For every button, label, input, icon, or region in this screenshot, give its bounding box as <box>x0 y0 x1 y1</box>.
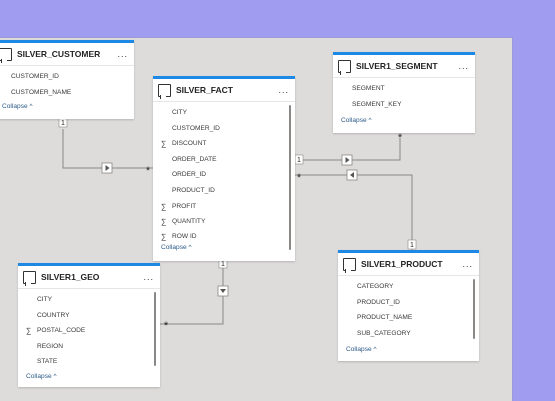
table-icon <box>343 257 356 273</box>
collapse-button[interactable]: Collapse ^ <box>0 100 134 114</box>
more-options-icon[interactable]: ... <box>458 61 469 71</box>
field-item[interactable]: ∑ QUANTITY <box>153 214 295 230</box>
field-name: COUNTRY <box>37 311 70 319</box>
field-name: CITY <box>172 109 188 116</box>
table-card-silver-customer[interactable]: SILVER_CUSTOMER ... CUSTOMER_ID CUSTOMER… <box>0 40 134 119</box>
field-item[interactable]: REGION <box>18 339 160 355</box>
sigma-icon: ∑ <box>161 217 167 227</box>
table-icon <box>158 83 171 99</box>
field-item[interactable]: ∑ PROFIT <box>153 199 295 215</box>
sigma-icon: ∑ <box>161 201 167 211</box>
field-name: REGION <box>37 342 64 350</box>
field-item[interactable]: ∑ ROW ID <box>153 230 295 243</box>
field-name: PRODUCT_ID <box>172 186 215 194</box>
table-icon <box>0 47 12 63</box>
sigma-icon: ∑ <box>26 326 32 336</box>
table-title: SILVER_FACT <box>176 85 233 95</box>
field-item[interactable]: ORDER_ID <box>153 167 295 183</box>
table-card-silver1-segment[interactable]: SILVER1_SEGMENT ... SEGMENT SEGMENT_KEY … <box>333 52 475 133</box>
field-item[interactable]: CUSTOMER_NAME <box>0 85 134 101</box>
field-item[interactable]: SUB_CATEGORY <box>338 326 479 342</box>
field-name: DISCOUNT <box>172 140 207 148</box>
field-name: CUSTOMER_ID <box>172 124 220 132</box>
table-title: SILVER1_SEGMENT <box>356 61 438 71</box>
field-item[interactable]: SEGMENT <box>333 81 475 97</box>
field-list: CITY COUNTRY ∑ POSTAL_CODE REGION STATE <box>18 289 160 370</box>
table-title: SILVER_CUSTOMER <box>17 49 101 59</box>
field-item[interactable]: PRODUCT_ID <box>338 295 479 311</box>
sigma-icon: ∑ <box>161 231 167 241</box>
table-card-silver-fact[interactable]: SILVER_FACT ... CITY CUSTOMER_ID ∑ DISCOU… <box>153 76 295 261</box>
field-list: CUSTOMER_ID CUSTOMER_NAME <box>0 66 134 100</box>
field-list: CITY CUSTOMER_ID ∑ DISCOUNT ORDER_DATE OR… <box>153 102 295 250</box>
table-card-header[interactable]: SILVER1_SEGMENT ... <box>333 55 475 78</box>
field-item[interactable]: CATEGORY <box>338 279 479 295</box>
more-options-icon[interactable]: ... <box>462 259 473 269</box>
more-options-icon[interactable]: ... <box>278 85 289 95</box>
table-card-header[interactable]: SILVER1_PRODUCT ... <box>338 253 479 276</box>
table-card-header[interactable]: SILVER_CUSTOMER ... <box>0 43 134 66</box>
field-name: ORDER_DATE <box>172 155 217 163</box>
table-card-header[interactable]: SILVER1_GEO ... <box>18 266 160 289</box>
field-item[interactable]: SEGMENT_KEY <box>333 97 475 113</box>
table-card-silver1-product[interactable]: SILVER1_PRODUCT ... CATEGORY PRODUCT_ID … <box>338 250 479 361</box>
field-item[interactable]: PRODUCT_NAME <box>338 310 479 326</box>
field-item[interactable]: PRODUCT_ID <box>153 183 295 199</box>
table-card-silver1-geo[interactable]: SILVER1_GEO ... CITY COUNTRY ∑ POSTAL_COD… <box>18 263 160 387</box>
field-list: CATEGORY PRODUCT_ID PRODUCT_NAME SUB_CAT… <box>338 276 479 341</box>
scrollbar[interactable] <box>289 105 291 250</box>
field-item[interactable]: ORDER_DATE <box>153 152 295 168</box>
field-name: ROW ID <box>172 232 197 240</box>
more-options-icon[interactable]: ... <box>143 272 154 282</box>
field-name: CITY <box>37 296 53 303</box>
field-item[interactable]: ∑ DISCOUNT <box>153 136 295 152</box>
table-card-header[interactable]: SILVER_FACT ... <box>153 79 295 102</box>
field-name: ORDER_ID <box>172 171 207 179</box>
collapse-button[interactable]: Collapse ^ <box>18 370 160 384</box>
scrollbar[interactable] <box>473 279 475 339</box>
collapse-button[interactable]: Collapse ^ <box>338 341 479 357</box>
field-item[interactable]: CUSTOMER_ID <box>0 69 134 85</box>
table-icon <box>338 59 351 75</box>
field-name: QUANTITY <box>172 218 206 226</box>
collapse-button[interactable]: Collapse ^ <box>333 112 475 128</box>
table-title: SILVER1_GEO <box>41 272 100 282</box>
collapse-button[interactable]: Collapse ^ <box>153 243 295 253</box>
field-item[interactable]: COUNTRY <box>18 308 160 324</box>
field-item[interactable]: CITY <box>18 292 160 308</box>
field-name: POSTAL_CODE <box>37 327 86 335</box>
field-name: STATE <box>37 358 58 366</box>
scrollbar[interactable] <box>154 292 156 366</box>
sigma-icon: ∑ <box>161 139 167 149</box>
field-item[interactable]: CUSTOMER_ID <box>153 121 295 137</box>
field-item[interactable]: STATE <box>18 354 160 370</box>
field-item[interactable]: ∑ POSTAL_CODE <box>18 323 160 339</box>
field-list: SEGMENT SEGMENT_KEY <box>333 78 475 112</box>
more-options-icon[interactable]: ... <box>117 49 128 59</box>
field-item[interactable]: CITY <box>153 105 295 121</box>
table-title: SILVER1_PRODUCT <box>361 259 443 269</box>
field-name: PROFIT <box>172 202 197 210</box>
table-icon <box>23 270 36 286</box>
